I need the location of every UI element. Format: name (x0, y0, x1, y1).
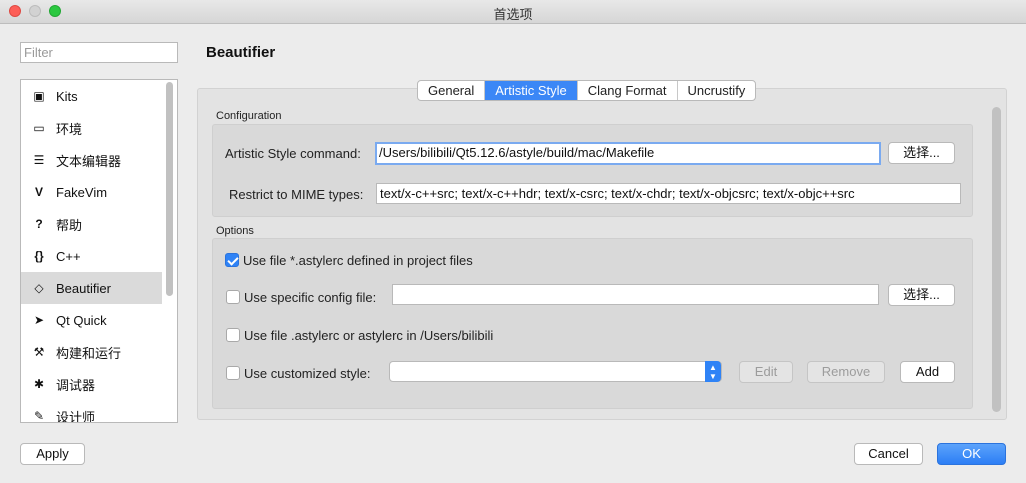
sidebar-item-environment[interactable]: ▭ 环境 (21, 112, 162, 144)
monitor-icon: ▭ (33, 121, 45, 135)
edit-style-button[interactable]: Edit (739, 361, 793, 383)
specific-config-input[interactable] (392, 284, 879, 305)
filter-input[interactable] (20, 42, 178, 63)
specific-config-browse-button[interactable]: 选择... (888, 284, 955, 306)
sidebar-item-label: C++ (56, 248, 81, 264)
sidebar-item-label: 调试器 (56, 377, 96, 393)
cpp-braces-icon: {} (34, 249, 44, 263)
mime-types-input[interactable]: text/x-c++src; text/x-c++hdr; text/x-csr… (376, 183, 961, 204)
sidebar-item-label: 构建和运行 (56, 345, 122, 361)
title-bar: 首选项 (0, 0, 1026, 24)
sidebar-item-label: Kits (56, 88, 78, 104)
add-style-button[interactable]: Add (900, 361, 955, 383)
tab-general[interactable]: General (418, 81, 486, 100)
page-title: Beautifier (206, 44, 276, 61)
sidebar-item-label: FakeVim (56, 184, 108, 200)
qt-quick-icon: ➤ (33, 313, 45, 327)
chevron-up-down-icon: ▲ ▼ (705, 361, 721, 382)
tab-clang-format[interactable]: Clang Format (578, 81, 678, 100)
bug-icon: ✱ (33, 377, 45, 391)
custom-style-select[interactable]: ▲ ▼ (389, 361, 722, 382)
mime-types-label: Restrict to MIME types: (229, 187, 364, 202)
command-path-input[interactable]: /Users/bilibili/Qt5.12.6/astyle/build/ma… (375, 142, 881, 165)
sidebar-item-qt-quick[interactable]: ➤ Qt Quick (21, 304, 162, 336)
pencil-icon: ✎ (33, 409, 45, 423)
panel-scrollbar[interactable] (992, 107, 1001, 412)
kits-icon: ▣ (33, 89, 45, 103)
diamond-icon: ◇ (34, 281, 44, 295)
tab-uncrustify[interactable]: Uncrustify (678, 81, 756, 100)
ok-button[interactable]: OK (937, 443, 1006, 465)
sidebar-item-label: 设计师 (56, 409, 96, 423)
sidebar-item-debugger[interactable]: ✱ 调试器 (21, 368, 162, 400)
options-group-label: Options (216, 225, 254, 237)
sidebar-item-text-editor[interactable]: ☰ 文本编辑器 (21, 144, 162, 176)
sidebar-item-label: 环境 (56, 121, 83, 137)
apply-button[interactable]: Apply (20, 443, 85, 465)
tab-bar: General Artistic Style Clang Format Uncr… (417, 80, 757, 101)
configuration-group-label: Configuration (216, 110, 282, 122)
tab-artistic-style[interactable]: Artistic Style (485, 81, 578, 100)
command-label: Artistic Style command: (225, 146, 361, 161)
use-specific-config-checkbox[interactable] (226, 290, 240, 304)
cancel-button[interactable]: Cancel (854, 443, 923, 465)
fakevim-icon: V (34, 185, 43, 199)
use-custom-style-checkbox[interactable] (226, 366, 240, 380)
sidebar-item-cpp[interactable]: {} C++ (21, 240, 162, 272)
sidebar-item-label: Qt Quick (56, 312, 107, 328)
sidebar-item-beautifier[interactable]: ◇ Beautifier (21, 272, 162, 304)
sidebar-item-kits[interactable]: ▣ Kits (21, 80, 162, 112)
sidebar-item-label: 帮助 (56, 217, 83, 233)
sidebar-item-help[interactable]: ? 帮助 (21, 208, 162, 240)
sidebar-scrollbar[interactable] (166, 82, 173, 296)
use-specific-config-label: Use specific config file: (244, 290, 377, 305)
command-browse-button[interactable]: 选择... (888, 142, 955, 164)
use-project-file-label: Use file *.astylerc defined in project f… (243, 253, 473, 268)
window-title: 首选项 (493, 7, 533, 22)
category-sidebar: ▣ Kits ▭ 环境 ☰ 文本编辑器 V FakeVim ? 帮助 {} C+… (20, 79, 178, 423)
sidebar-item-label: 文本编辑器 (56, 153, 122, 169)
use-custom-style-label: Use customized style: (244, 366, 371, 381)
sidebar-item-label: Beautifier (56, 280, 111, 296)
use-home-file-checkbox[interactable] (226, 328, 240, 342)
sidebar-item-fakevim[interactable]: V FakeVim (21, 176, 162, 208)
help-icon: ? (35, 217, 43, 231)
text-editor-icon: ☰ (33, 153, 45, 167)
sidebar-item-designer[interactable]: ✎ 设计师 (21, 400, 162, 423)
hammer-icon: ⚒ (33, 345, 45, 359)
use-home-file-label: Use file .astylerc or astylerc in /Users… (244, 328, 494, 343)
remove-style-button[interactable]: Remove (807, 361, 885, 383)
sidebar-item-build-run[interactable]: ⚒ 构建和运行 (21, 336, 162, 368)
use-project-file-checkbox[interactable] (225, 253, 239, 267)
